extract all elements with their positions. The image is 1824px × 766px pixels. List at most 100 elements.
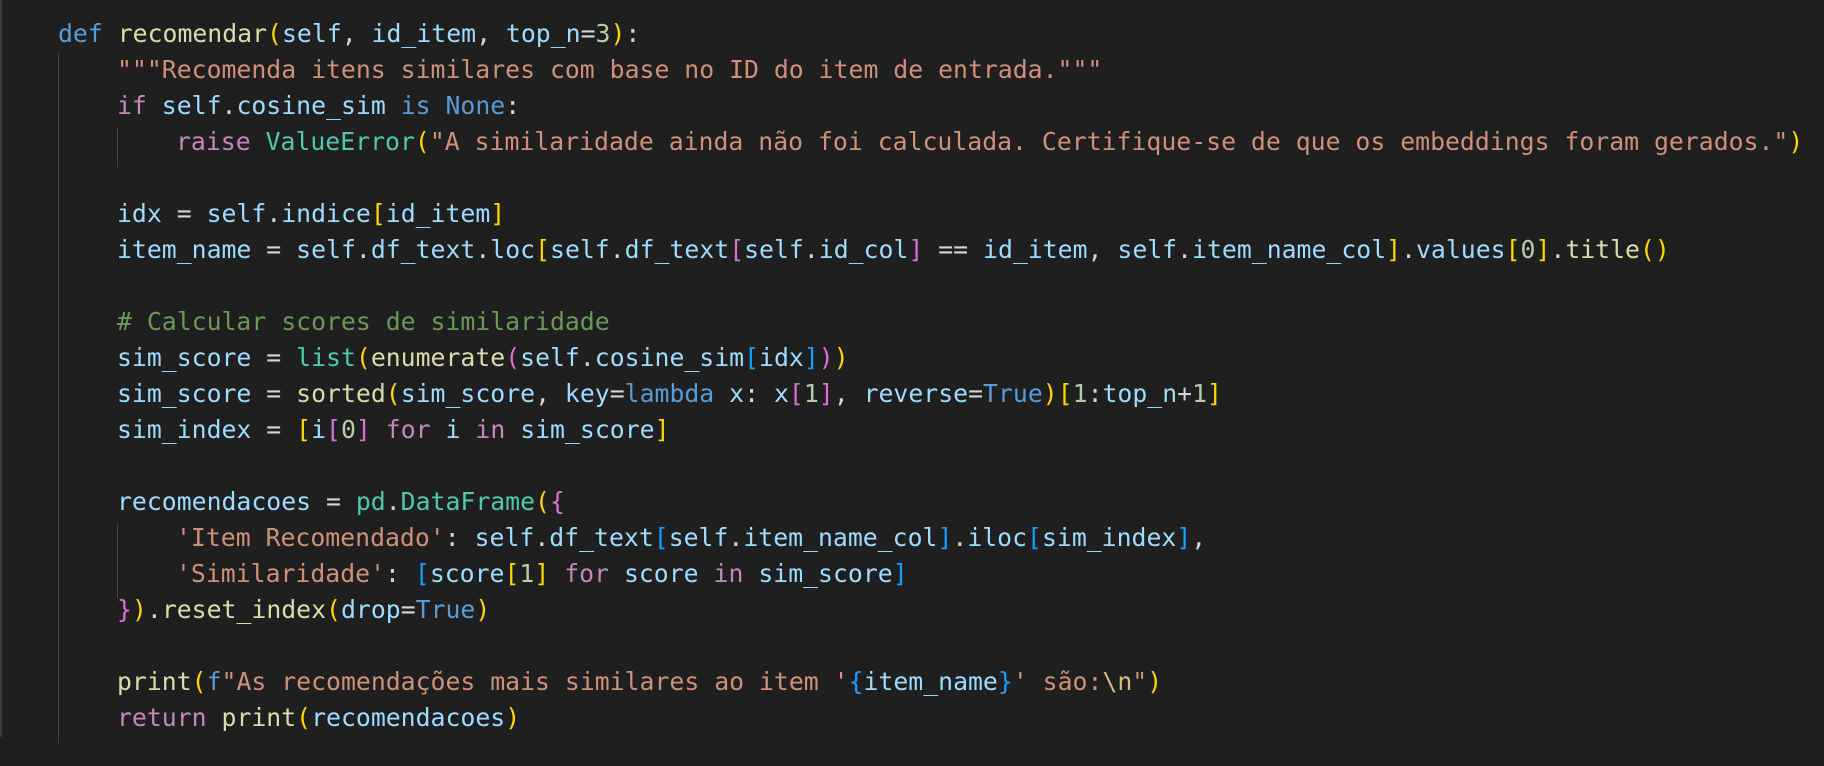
code-line[interactable]: print(f"As recomendações mais similares … [117, 664, 1162, 700]
code-token: . [1177, 235, 1193, 264]
code-token: [ [370, 199, 386, 228]
code-token: . [803, 235, 819, 264]
code-line[interactable]: sim_score = list(enumerate(self.cosine_s… [117, 340, 849, 376]
code-token: in [713, 559, 744, 588]
code-editor[interactable]: def recomendar(self, id_item, top_n=3): "… [0, 0, 1824, 766]
code-line[interactable]: """Recomenda itens similares com base no… [117, 52, 1102, 88]
code-token: : [444, 523, 475, 552]
code-token: idx [117, 199, 162, 228]
code-token: , [341, 19, 372, 48]
code-token: : [625, 19, 641, 48]
code-token: : [505, 91, 521, 120]
code-line[interactable]: 'Item Recomendado': self.df_text[self.it… [176, 520, 1206, 556]
code-token: reset_index [161, 595, 327, 624]
code-token: id_col [818, 235, 909, 264]
code-token: [ [1027, 523, 1042, 552]
code-token: """Recomenda itens similares com base no… [117, 55, 1103, 84]
code-line[interactable]: # Calcular scores de similaridade [117, 304, 610, 340]
code-token: df_text [624, 235, 730, 264]
code-token: , [833, 379, 864, 408]
code-token: ( [535, 487, 550, 516]
code-token: sim_score [520, 415, 655, 444]
code-token: } [997, 667, 1013, 696]
code-token: ( [326, 595, 341, 624]
code-line[interactable]: raise ValueError("A similaridade ainda n… [176, 124, 1803, 160]
code-token: sorted [296, 379, 386, 408]
code-token: [ [414, 559, 430, 588]
code-token: score [623, 559, 699, 588]
code-token: self [744, 235, 804, 264]
code-token: DataFrame [400, 487, 536, 516]
code-token: } [117, 595, 132, 624]
code-token: "A similaridade ainda não foi calculada.… [429, 127, 1789, 156]
code-token: { [549, 487, 565, 516]
code-token: self [161, 91, 222, 120]
code-token: 1 [1072, 379, 1088, 408]
code-token: ) [1788, 127, 1804, 156]
code-token: ) [833, 343, 849, 372]
code-token: ) [1042, 379, 1058, 408]
code-token: = [251, 235, 297, 264]
code-token: = [580, 19, 596, 48]
code-line[interactable]: sim_score = sorted(sim_score, key=lambda… [117, 376, 1222, 412]
code-token: self [474, 523, 535, 552]
code-token: . [385, 487, 401, 516]
gutter-border [0, 0, 2, 737]
indent-guide [117, 523, 118, 599]
code-token: "As recomendações mais similares ao item… [221, 667, 849, 696]
code-token: ] [937, 523, 953, 552]
code-token: \n [1102, 667, 1133, 696]
code-token: 1 [1192, 379, 1208, 408]
code-line[interactable]: }).reset_index(drop=True) [117, 592, 490, 628]
code-token: for [564, 559, 610, 588]
code-line[interactable]: if self.cosine_sim is None: [117, 88, 520, 124]
code-token: x [729, 379, 745, 408]
code-line[interactable]: recomendacoes = pd.DataFrame({ [117, 484, 565, 520]
code-token: ( [385, 379, 401, 408]
code-token: 1 [519, 559, 535, 588]
code-line[interactable]: sim_index = [i[0] for i in sim_score] [117, 412, 670, 448]
code-token: = [251, 343, 297, 372]
code-token: ] [1386, 235, 1402, 264]
code-token: ] [803, 343, 819, 372]
code-line[interactable]: def recomendar(self, id_item, top_n=3): [58, 16, 640, 52]
code-token: ValueError [265, 127, 415, 156]
code-token: { [848, 667, 864, 696]
code-token: [ [1505, 235, 1521, 264]
code-line[interactable]: return print(recomendacoes) [117, 700, 520, 736]
code-token: cosine_sim [594, 343, 745, 372]
code-token: title [1565, 235, 1640, 264]
code-token: ] [1176, 523, 1192, 552]
code-token: [ [788, 379, 804, 408]
code-line[interactable]: item_name = self.df_text.loc[self.df_tex… [117, 232, 1670, 268]
code-token: : [1087, 379, 1103, 408]
code-token: [ [653, 523, 669, 552]
code-token: ( [191, 667, 207, 696]
code-token: = [251, 415, 297, 444]
code-token: 0 [340, 415, 356, 444]
code-token: ] [534, 559, 550, 588]
code-token: [ [296, 415, 312, 444]
code-line[interactable]: 'Similaridade': [score[1] for score in s… [176, 556, 908, 592]
code-token: sim_score [117, 343, 252, 372]
code-token: for [385, 415, 431, 444]
code-token: pd [355, 487, 386, 516]
code-token: ( [505, 343, 521, 372]
code-line[interactable]: idx = self.indice[id_item] [117, 196, 505, 232]
code-token: print [221, 703, 297, 732]
code-token: df_text [549, 523, 654, 552]
code-token: : [744, 379, 774, 408]
code-token: drop [340, 595, 401, 624]
code-token: recomendacoes [311, 703, 506, 732]
